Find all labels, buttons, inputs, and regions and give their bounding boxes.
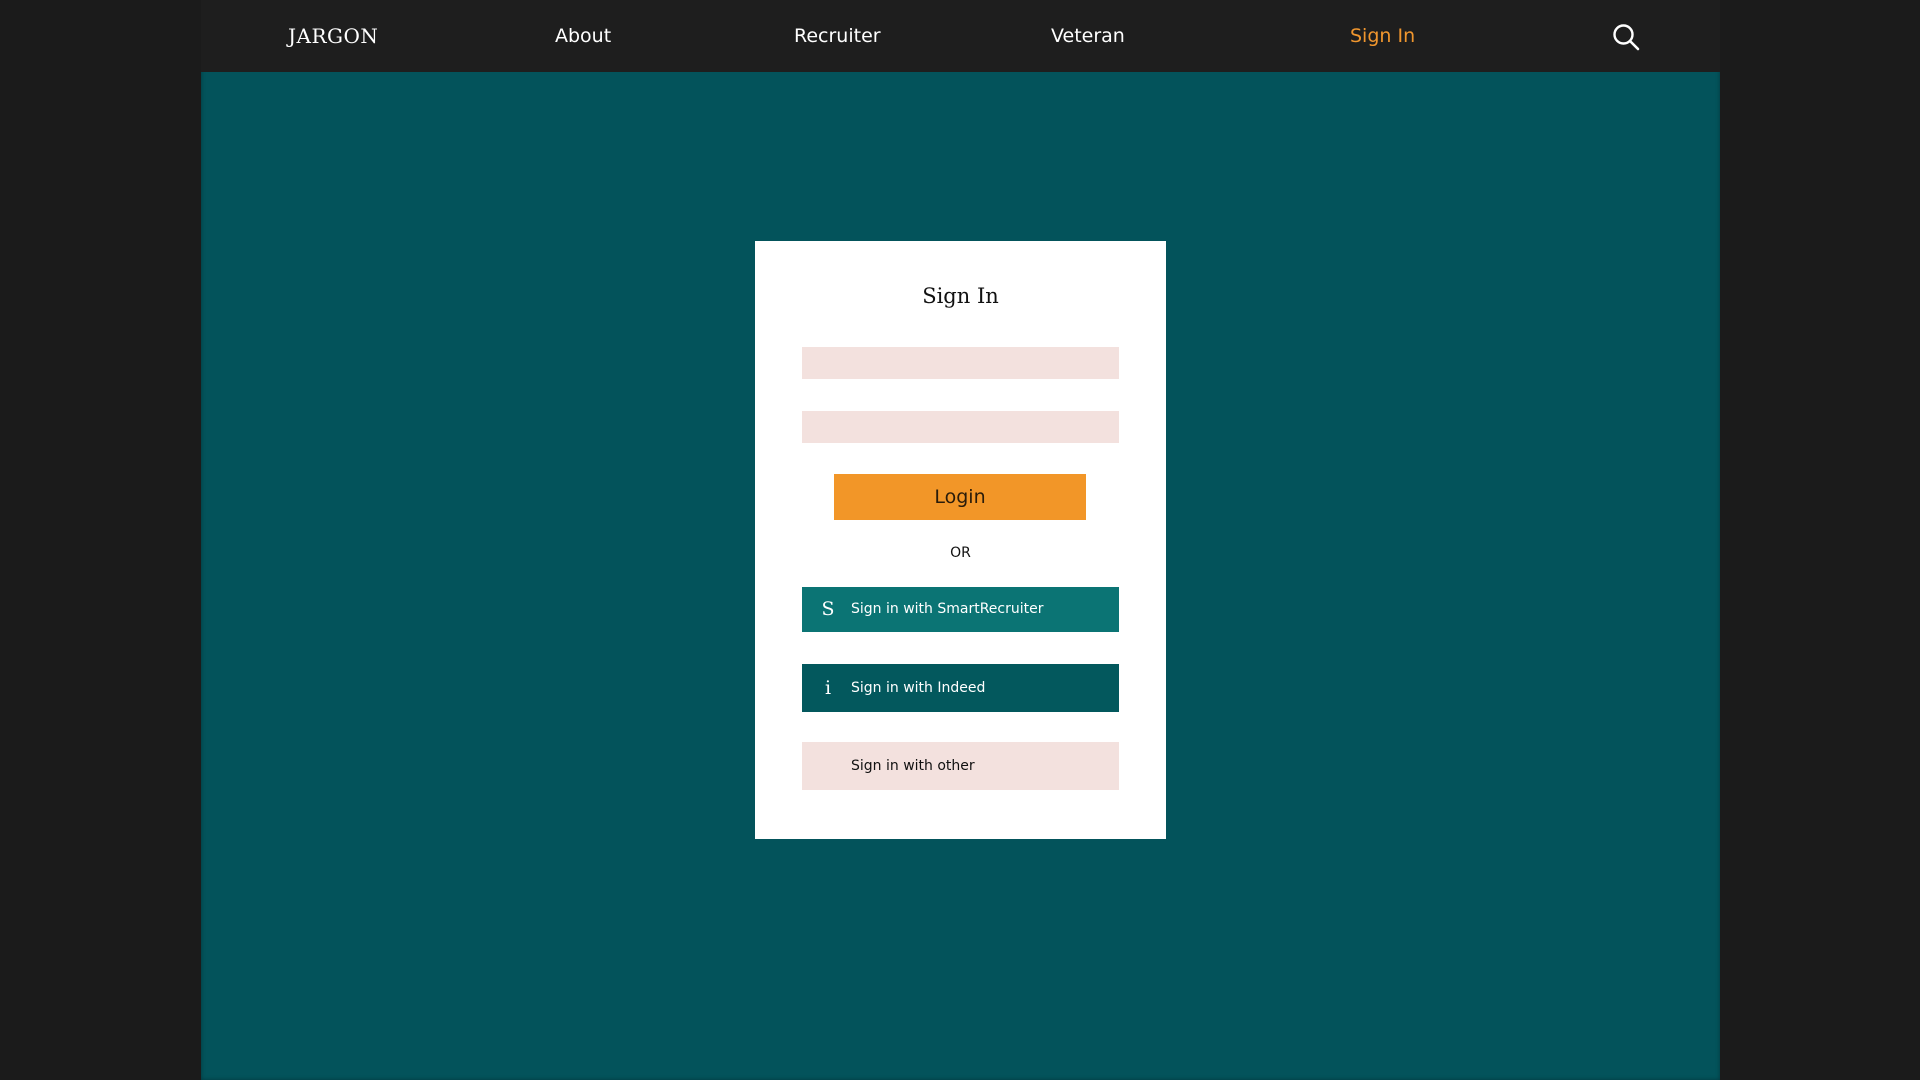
page-content: JARGON About Recruiter Veteran Sign In S… (201, 0, 1720, 1080)
sign-in-card: Sign In Login OR S Sign in with SmartRec… (755, 241, 1166, 839)
nav-sign-in[interactable]: Sign In (1350, 0, 1415, 72)
login-button[interactable]: Login (834, 474, 1086, 520)
brand-logo[interactable]: JARGON (288, 0, 378, 72)
smartrecruiter-icon: S (821, 598, 835, 620)
sign-in-title: Sign In (922, 284, 999, 308)
other-signin-label: Sign in with other (851, 758, 975, 774)
indeed-signin-label: Sign in with Indeed (851, 680, 986, 696)
indeed-signin-button[interactable]: i Sign in with Indeed (802, 664, 1119, 712)
or-divider: OR (950, 545, 971, 561)
nav-recruiter[interactable]: Recruiter (794, 0, 881, 72)
nav-about[interactable]: About (555, 0, 611, 72)
top-navbar: JARGON About Recruiter Veteran Sign In (201, 0, 1720, 72)
nav-veteran[interactable]: Veteran (1051, 0, 1125, 72)
search-icon[interactable] (1611, 22, 1641, 52)
indeed-icon: i (824, 677, 832, 699)
smartrecruiter-signin-label: Sign in with SmartRecruiter (851, 601, 1044, 617)
other-signin-button[interactable]: Sign in with other (802, 742, 1119, 790)
smartrecruiter-signin-button[interactable]: S Sign in with SmartRecruiter (802, 587, 1119, 632)
password-field[interactable] (802, 411, 1119, 443)
username-field[interactable] (802, 347, 1119, 379)
